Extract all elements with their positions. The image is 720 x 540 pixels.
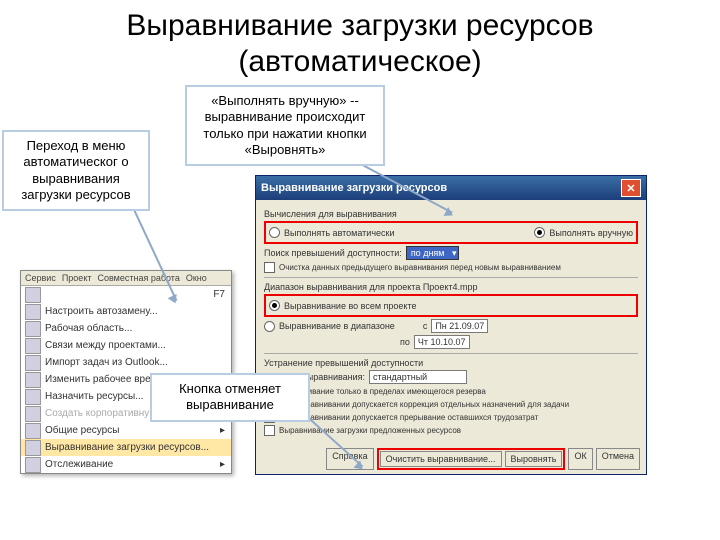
dialog-buttons: Справка Очистить выравнивание... Выровня… [256,444,646,474]
level-now-button[interactable]: Выровнять [505,451,563,467]
from-label: с [423,321,428,331]
help-button[interactable]: Справка [326,448,373,470]
callout-clear-button: Кнопка отменяет выравнивание [150,373,310,422]
opt2-label: При выравнивании допускается коррекция о… [279,400,569,409]
to-label: по [400,337,410,347]
lookfor-label: Поиск превышений доступности: [264,248,402,258]
menu-item[interactable]: Связи между проектами... [21,337,231,354]
menu-item[interactable]: Выравнивание загрузки ресурсов... [21,439,231,456]
group-resolve: Устранение превышений доступности [264,358,638,368]
order-combo[interactable]: стандартный [369,370,467,384]
callout-menu-path: Переход в меню автоматическог о выравнив… [2,130,150,211]
clear-checkbox[interactable] [264,262,275,273]
menu-item[interactable]: Рабочая область... [21,320,231,337]
menu-item[interactable]: Общие ресурсы▸ [21,422,231,439]
menu-item[interactable]: F7 [21,286,231,303]
menubar: Сервис Проект Совместная работа Окно [21,271,231,286]
menubar-item[interactable]: Окно [186,273,207,283]
callout-manual: «Выполнять вручную» -- выравнивание прои… [185,85,385,166]
highlight-calc-mode: Выполнять автоматически Выполнять вручну… [264,221,638,244]
group-range: Диапазон выравнивания для проекта Проект… [264,282,638,292]
radio-range-label: Выравнивание в диапазоне [279,321,395,331]
lookfor-combo[interactable]: по дням [406,246,460,260]
radio-auto-label: Выполнять автоматически [284,228,394,238]
from-field[interactable]: Пн 21.09.07 [431,319,488,333]
dialog-titlebar: Выравнивание загрузки ресурсов ✕ [256,176,646,200]
highlight-whole-project: Выравнивание во всем проекте [264,294,638,317]
menu-item[interactable]: Отслеживание▸ [21,456,231,473]
menu-item[interactable]: Настроить автозамену... [21,303,231,320]
to-field[interactable]: Чт 10.10.07 [414,335,470,349]
opt4-label: Выравнивание загрузки предложенных ресур… [279,426,461,435]
menubar-item[interactable]: Сервис [25,273,56,283]
opt4-checkbox[interactable] [264,425,275,436]
radio-whole-label: Выравнивание во всем проекте [284,301,416,311]
slide-title: Выравнивание загрузки ресурсов (автомати… [0,0,720,84]
highlight-level-buttons: Очистить выравнивание... Выровнять [377,448,566,470]
clear-label: Очистка данных предыдущего выравнивания … [279,263,561,272]
radio-whole[interactable] [269,300,280,311]
context-menu: Сервис Проект Совместная работа Окно F7Н… [20,270,232,474]
opt1-label: Выравнивание только в пределах имеющегос… [279,387,486,396]
leveling-dialog: Выравнивание загрузки ресурсов ✕ Вычисле… [255,175,647,475]
cancel-button[interactable]: Отмена [596,448,640,470]
radio-range[interactable] [264,321,275,332]
close-icon[interactable]: ✕ [621,179,641,197]
opt3-label: При выравнивании допускается прерывание … [279,413,538,422]
menu-item[interactable]: Импорт задач из Outlook... [21,354,231,371]
dialog-title: Выравнивание загрузки ресурсов [261,182,447,194]
radio-manual-label: Выполнять вручную [549,228,633,238]
clear-leveling-button[interactable]: Очистить выравнивание... [380,451,502,467]
menubar-item[interactable]: Проект [62,273,92,283]
radio-auto[interactable] [269,227,280,238]
ok-button[interactable]: ОК [568,448,592,470]
radio-manual[interactable] [534,227,545,238]
